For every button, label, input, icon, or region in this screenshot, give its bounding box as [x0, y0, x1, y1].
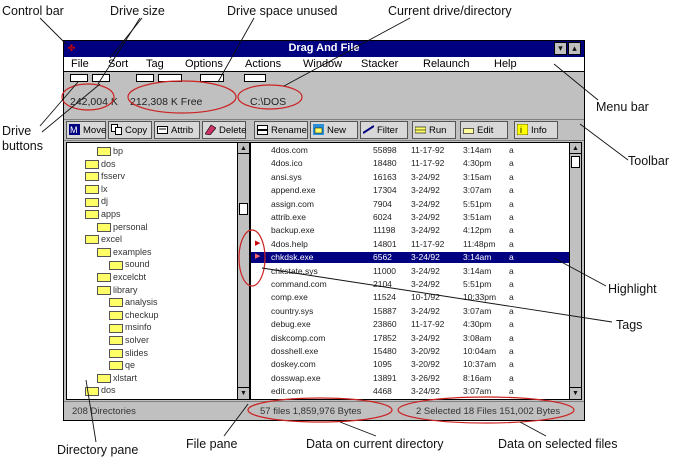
- tags-ellipse: [238, 229, 266, 287]
- leader-file-pane: [223, 403, 249, 437]
- leader-highlight: [553, 257, 607, 287]
- leader-control-bar: [39, 17, 67, 45]
- leader-current-directory: [283, 17, 411, 87]
- data-current-directory-ellipse: [247, 397, 393, 423]
- leader-tags: [261, 267, 613, 323]
- leader-directory-pane: [85, 379, 97, 443]
- leader-menu-bar: [553, 63, 599, 101]
- annotation-overlay: [39, 17, 629, 443]
- leader-data-selected: [519, 421, 547, 437]
- leader-toolbar: [579, 123, 629, 161]
- drive-space-ellipse: [127, 80, 237, 114]
- drive-size-ellipse: [61, 83, 115, 111]
- leader-drive-buttons: [39, 81, 79, 127]
- leader-drive-size-2: [109, 17, 143, 59]
- current-directory-ellipse: [237, 84, 303, 110]
- leader-data-current: [339, 421, 377, 437]
- leader-drive-buttons-2: [41, 83, 101, 133]
- leader-drive-space-unused: [217, 17, 255, 83]
- data-selected-files-ellipse: [397, 396, 575, 424]
